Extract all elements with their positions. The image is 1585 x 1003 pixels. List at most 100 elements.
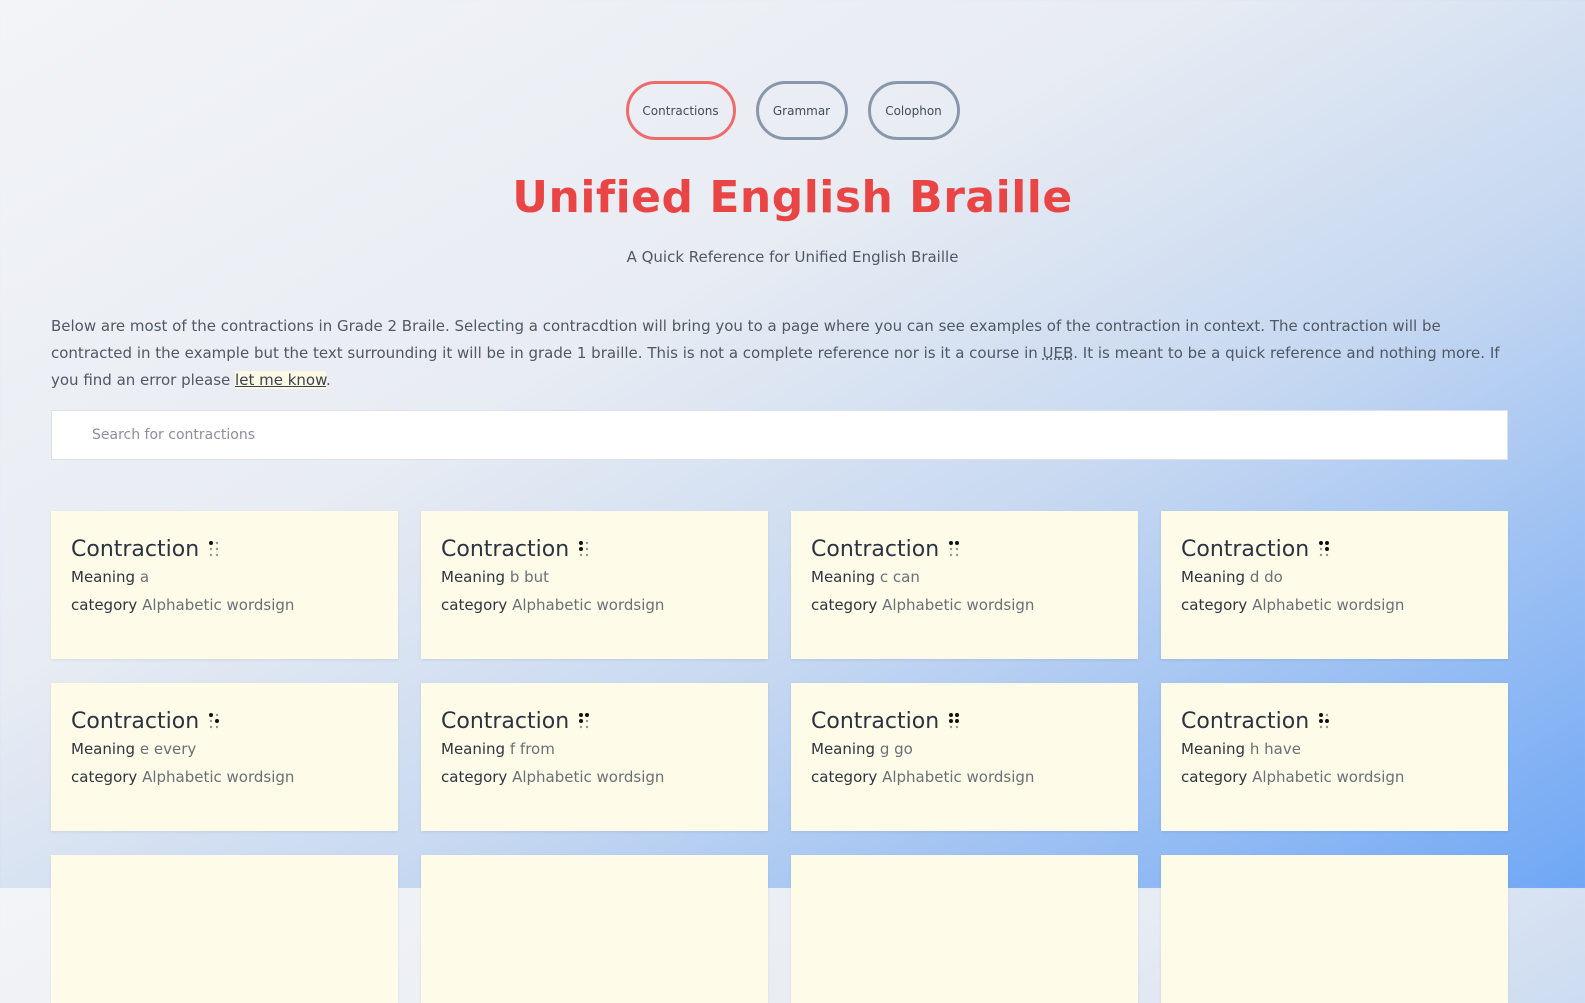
- category-row: category Alphabetic wordsign: [811, 763, 1118, 791]
- braille-dot: [215, 725, 219, 728]
- meaning-row: Meaning b but: [441, 563, 748, 591]
- contraction-label: Contraction: [441, 708, 570, 734]
- card-heading: Contraction: [1181, 707, 1488, 735]
- meaning-row: Meaning h have: [1181, 735, 1488, 763]
- braille-dot: [949, 718, 954, 723]
- braille-dot: [209, 719, 213, 722]
- category-value: Alphabetic wordsign: [142, 596, 295, 614]
- contraction-card[interactable]: [791, 855, 1138, 1003]
- category-value: Alphabetic wordsign: [142, 768, 295, 786]
- braille-dot: [949, 553, 953, 556]
- contraction-grid: Contraction Meaning a category Alphabetic …: [51, 511, 1508, 1003]
- meaning-row: Meaning g go: [811, 735, 1118, 763]
- braille-dot: [585, 541, 589, 544]
- meaning-label: Meaning: [811, 568, 876, 586]
- contraction-label: Contraction: [811, 536, 940, 562]
- contraction-card[interactable]: Contraction Meaning f from category Alphab…: [421, 683, 768, 831]
- category-row: category Alphabetic wordsign: [1181, 591, 1488, 619]
- braille-cell-icon: [949, 712, 960, 730]
- braille-cell-icon: [579, 712, 590, 730]
- contraction-card[interactable]: Contraction Meaning a category Alphabetic …: [51, 511, 398, 659]
- category-row: category Alphabetic wordsign: [71, 591, 378, 619]
- nav-grammar-button[interactable]: Grammar: [755, 81, 848, 140]
- nav-colophon-button[interactable]: Colophon: [867, 81, 960, 140]
- contraction-label: Contraction: [811, 708, 940, 734]
- braille-dot: [209, 553, 213, 556]
- braille-dot: [1325, 713, 1329, 716]
- contraction-card[interactable]: [51, 855, 398, 1003]
- category-label: category: [441, 768, 508, 786]
- braille-dot: [949, 540, 954, 545]
- contraction-label: Contraction: [71, 536, 200, 562]
- braille-cell-icon: [579, 540, 590, 558]
- braille-cell-icon: [1319, 712, 1330, 730]
- braille-dot: [579, 718, 584, 723]
- intro-paragraph: Below are most of the contractions in Gr…: [51, 313, 1511, 394]
- contraction-label: Contraction: [1181, 708, 1310, 734]
- meaning-value: e every: [139, 740, 197, 758]
- category-label: category: [811, 596, 878, 614]
- category-label: category: [1181, 596, 1248, 614]
- card-heading: Contraction: [441, 535, 748, 563]
- meaning-label: Meaning: [1181, 568, 1246, 586]
- card-heading: Contraction: [811, 707, 1118, 735]
- meaning-label: Meaning: [811, 740, 876, 758]
- braille-cell-icon: [209, 540, 220, 558]
- braille-dot: [215, 547, 219, 550]
- braille-dot: [1325, 725, 1329, 728]
- braille-cell-icon: [949, 540, 960, 558]
- meaning-label: Meaning: [441, 568, 506, 586]
- meaning-row: Meaning a: [71, 563, 378, 591]
- contraction-card[interactable]: Contraction Meaning d do category Alphabet…: [1161, 511, 1508, 659]
- contraction-card[interactable]: [421, 855, 768, 1003]
- contraction-card[interactable]: Contraction Meaning e every category Alpha…: [51, 683, 398, 831]
- category-label: category: [811, 768, 878, 786]
- card-heading: Contraction: [811, 535, 1118, 563]
- braille-dot: [579, 546, 584, 551]
- contact-link[interactable]: let me know: [235, 371, 326, 389]
- braille-cell-icon: [209, 712, 220, 730]
- contraction-card[interactable]: Contraction Meaning g go category Alphabet…: [791, 683, 1138, 831]
- meaning-label: Meaning: [71, 568, 136, 586]
- category-value: Alphabetic wordsign: [1252, 596, 1405, 614]
- contraction-card[interactable]: Contraction Meaning c can category Alphabe…: [791, 511, 1138, 659]
- meaning-row: Meaning d do: [1181, 563, 1488, 591]
- search-input[interactable]: [51, 410, 1508, 460]
- category-row: category Alphabetic wordsign: [71, 763, 378, 791]
- meaning-label: Meaning: [441, 740, 506, 758]
- category-value: Alphabetic wordsign: [512, 768, 665, 786]
- meaning-value: c can: [879, 568, 920, 586]
- ueb-abbreviation: UEB: [1042, 344, 1074, 362]
- contraction-card[interactable]: Contraction Meaning h have category Alphab…: [1161, 683, 1508, 831]
- category-row: category Alphabetic wordsign: [811, 591, 1118, 619]
- braille-dot: [955, 712, 960, 717]
- meaning-value: b but: [509, 568, 550, 586]
- meaning-value: d do: [1249, 568, 1283, 586]
- braille-dot: [215, 713, 219, 716]
- braille-cell-icon: [1319, 540, 1330, 558]
- braille-dot: [955, 547, 959, 550]
- nav-contractions-button[interactable]: Contractions: [625, 81, 736, 140]
- braille-dot: [209, 712, 214, 717]
- braille-dot: [1325, 540, 1330, 545]
- braille-dot: [579, 540, 584, 545]
- braille-dot: [209, 547, 213, 550]
- contraction-card[interactable]: Contraction Meaning b but category Alphabe…: [421, 511, 768, 659]
- category-value: Alphabetic wordsign: [882, 596, 1035, 614]
- braille-dot: [955, 718, 960, 723]
- braille-dot: [1319, 553, 1323, 556]
- intro-text-3: .: [325, 371, 331, 389]
- meaning-label: Meaning: [1181, 740, 1246, 758]
- braille-dot: [1319, 540, 1324, 545]
- braille-dot: [1325, 553, 1329, 556]
- braille-dot: [209, 540, 214, 545]
- braille-dot: [1319, 547, 1323, 550]
- braille-dot: [215, 541, 219, 544]
- braille-dot: [1319, 712, 1324, 717]
- braille-dot: [1319, 725, 1323, 728]
- category-value: Alphabetic wordsign: [882, 768, 1035, 786]
- braille-dot: [585, 719, 589, 722]
- braille-dot: [209, 725, 213, 728]
- category-row: category Alphabetic wordsign: [1181, 763, 1488, 791]
- contraction-card[interactable]: [1161, 855, 1508, 1003]
